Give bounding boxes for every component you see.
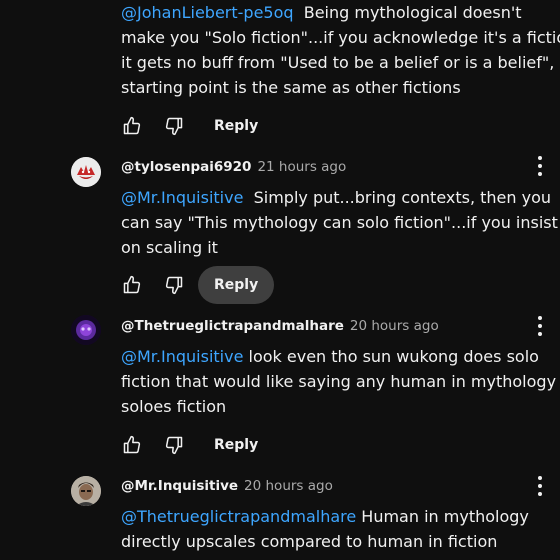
comment-1: @JohanLiebert-pe5oq Being mythological d… (121, 0, 560, 100)
dislike-button[interactable] (162, 114, 186, 138)
avatar[interactable] (71, 157, 101, 187)
like-button[interactable] (120, 273, 144, 297)
author-name[interactable]: @Thetrueglictrapandmalhare (121, 318, 344, 334)
reply-button[interactable]: Reply (198, 266, 275, 304)
more-vert-dot (538, 172, 542, 176)
dislike-button[interactable] (162, 273, 186, 297)
more-vert-icon (538, 156, 542, 160)
avatar-image (71, 476, 101, 506)
comment-2-header: @tylosenpai6920 21 hours ago (121, 159, 346, 175)
comment-1-actions: Reply (120, 107, 274, 145)
comment-1-text: @JohanLiebert-pe5oq Being mythological d… (121, 0, 560, 100)
thumbs-up-icon (123, 435, 141, 454)
more-vert-dot (538, 484, 542, 488)
comment-4-menu-button[interactable] (535, 474, 545, 498)
comment-3-line-2: fiction that would like saying any human… (121, 372, 557, 391)
comment-1-line-2: make you "Solo fiction"...if you acknowl… (121, 28, 560, 47)
thumbs-down-icon (165, 276, 183, 295)
comment-4-header: @Mr.Inquisitive 20 hours ago (121, 478, 333, 494)
reply-button[interactable]: Reply (198, 107, 274, 145)
comment-2-actions: Reply (120, 266, 275, 304)
mention-link[interactable]: @Mr.Inquisitive (121, 347, 243, 366)
comment-3-line-1: look even tho sun wukong does solo (248, 347, 539, 366)
avatar[interactable] (71, 476, 101, 506)
comment-4-text: @Thetrueglictrapandmalhare Human in myth… (121, 504, 560, 554)
author-name[interactable]: @tylosenpai6920 (121, 159, 251, 175)
like-button[interactable] (120, 114, 144, 138)
thumbs-up-icon (123, 275, 141, 294)
comment-4-line-1: Human in mythology (361, 507, 529, 526)
comment-2-text: @Mr.Inquisitive Simply put...bring conte… (121, 185, 560, 260)
author-name[interactable]: @Mr.Inquisitive (121, 478, 238, 494)
comment-1-line-4: starting point is the same as other fict… (121, 78, 461, 97)
comment-1-line-3: it gets no buff from "Used to be a belie… (121, 53, 560, 72)
more-vert-dot (538, 164, 542, 168)
comment-3-actions: Reply (120, 426, 274, 464)
comment-2-line-3: on scaling it (121, 238, 218, 257)
avatar-image (71, 315, 101, 345)
comment-3-line-3: soloes fiction (121, 397, 227, 416)
avatar[interactable] (71, 315, 101, 345)
timestamp[interactable]: 21 hours ago (257, 159, 346, 175)
more-vert-icon (538, 476, 542, 480)
thumbs-down-icon (165, 436, 183, 455)
reply-button[interactable]: Reply (198, 426, 274, 464)
timestamp[interactable]: 20 hours ago (350, 318, 439, 334)
thumbs-down-icon (165, 117, 183, 136)
comment-3-header: @Thetrueglictrapandmalhare 20 hours ago (121, 318, 439, 334)
timestamp[interactable]: 20 hours ago (244, 478, 333, 494)
mention-link[interactable]: @JohanLiebert-pe5oq (121, 3, 294, 22)
comment-3-text: @Mr.Inquisitive look even tho sun wukong… (121, 344, 560, 419)
comment-2-line-2: can say "This mythology can solo fiction… (121, 213, 558, 232)
comment-3-menu-button[interactable] (535, 314, 545, 338)
dislike-button[interactable] (162, 433, 186, 457)
comment-2-menu-button[interactable] (535, 154, 545, 178)
more-vert-dot (538, 492, 542, 496)
more-vert-dot (538, 332, 542, 336)
avatar-image (71, 157, 101, 187)
more-vert-icon (538, 316, 542, 320)
mention-link[interactable]: @Mr.Inquisitive (121, 188, 243, 207)
like-button[interactable] (120, 433, 144, 457)
more-vert-dot (538, 324, 542, 328)
comment-1-line-1: Being mythological doesn't (303, 3, 522, 22)
thumbs-up-icon (123, 116, 141, 135)
comment-2-line-1: Simply put...bring contexts, then you (253, 188, 552, 207)
mention-link[interactable]: @Thetrueglictrapandmalhare (121, 507, 356, 526)
comment-4-line-2: directly upscales compared to human in f… (121, 532, 498, 551)
